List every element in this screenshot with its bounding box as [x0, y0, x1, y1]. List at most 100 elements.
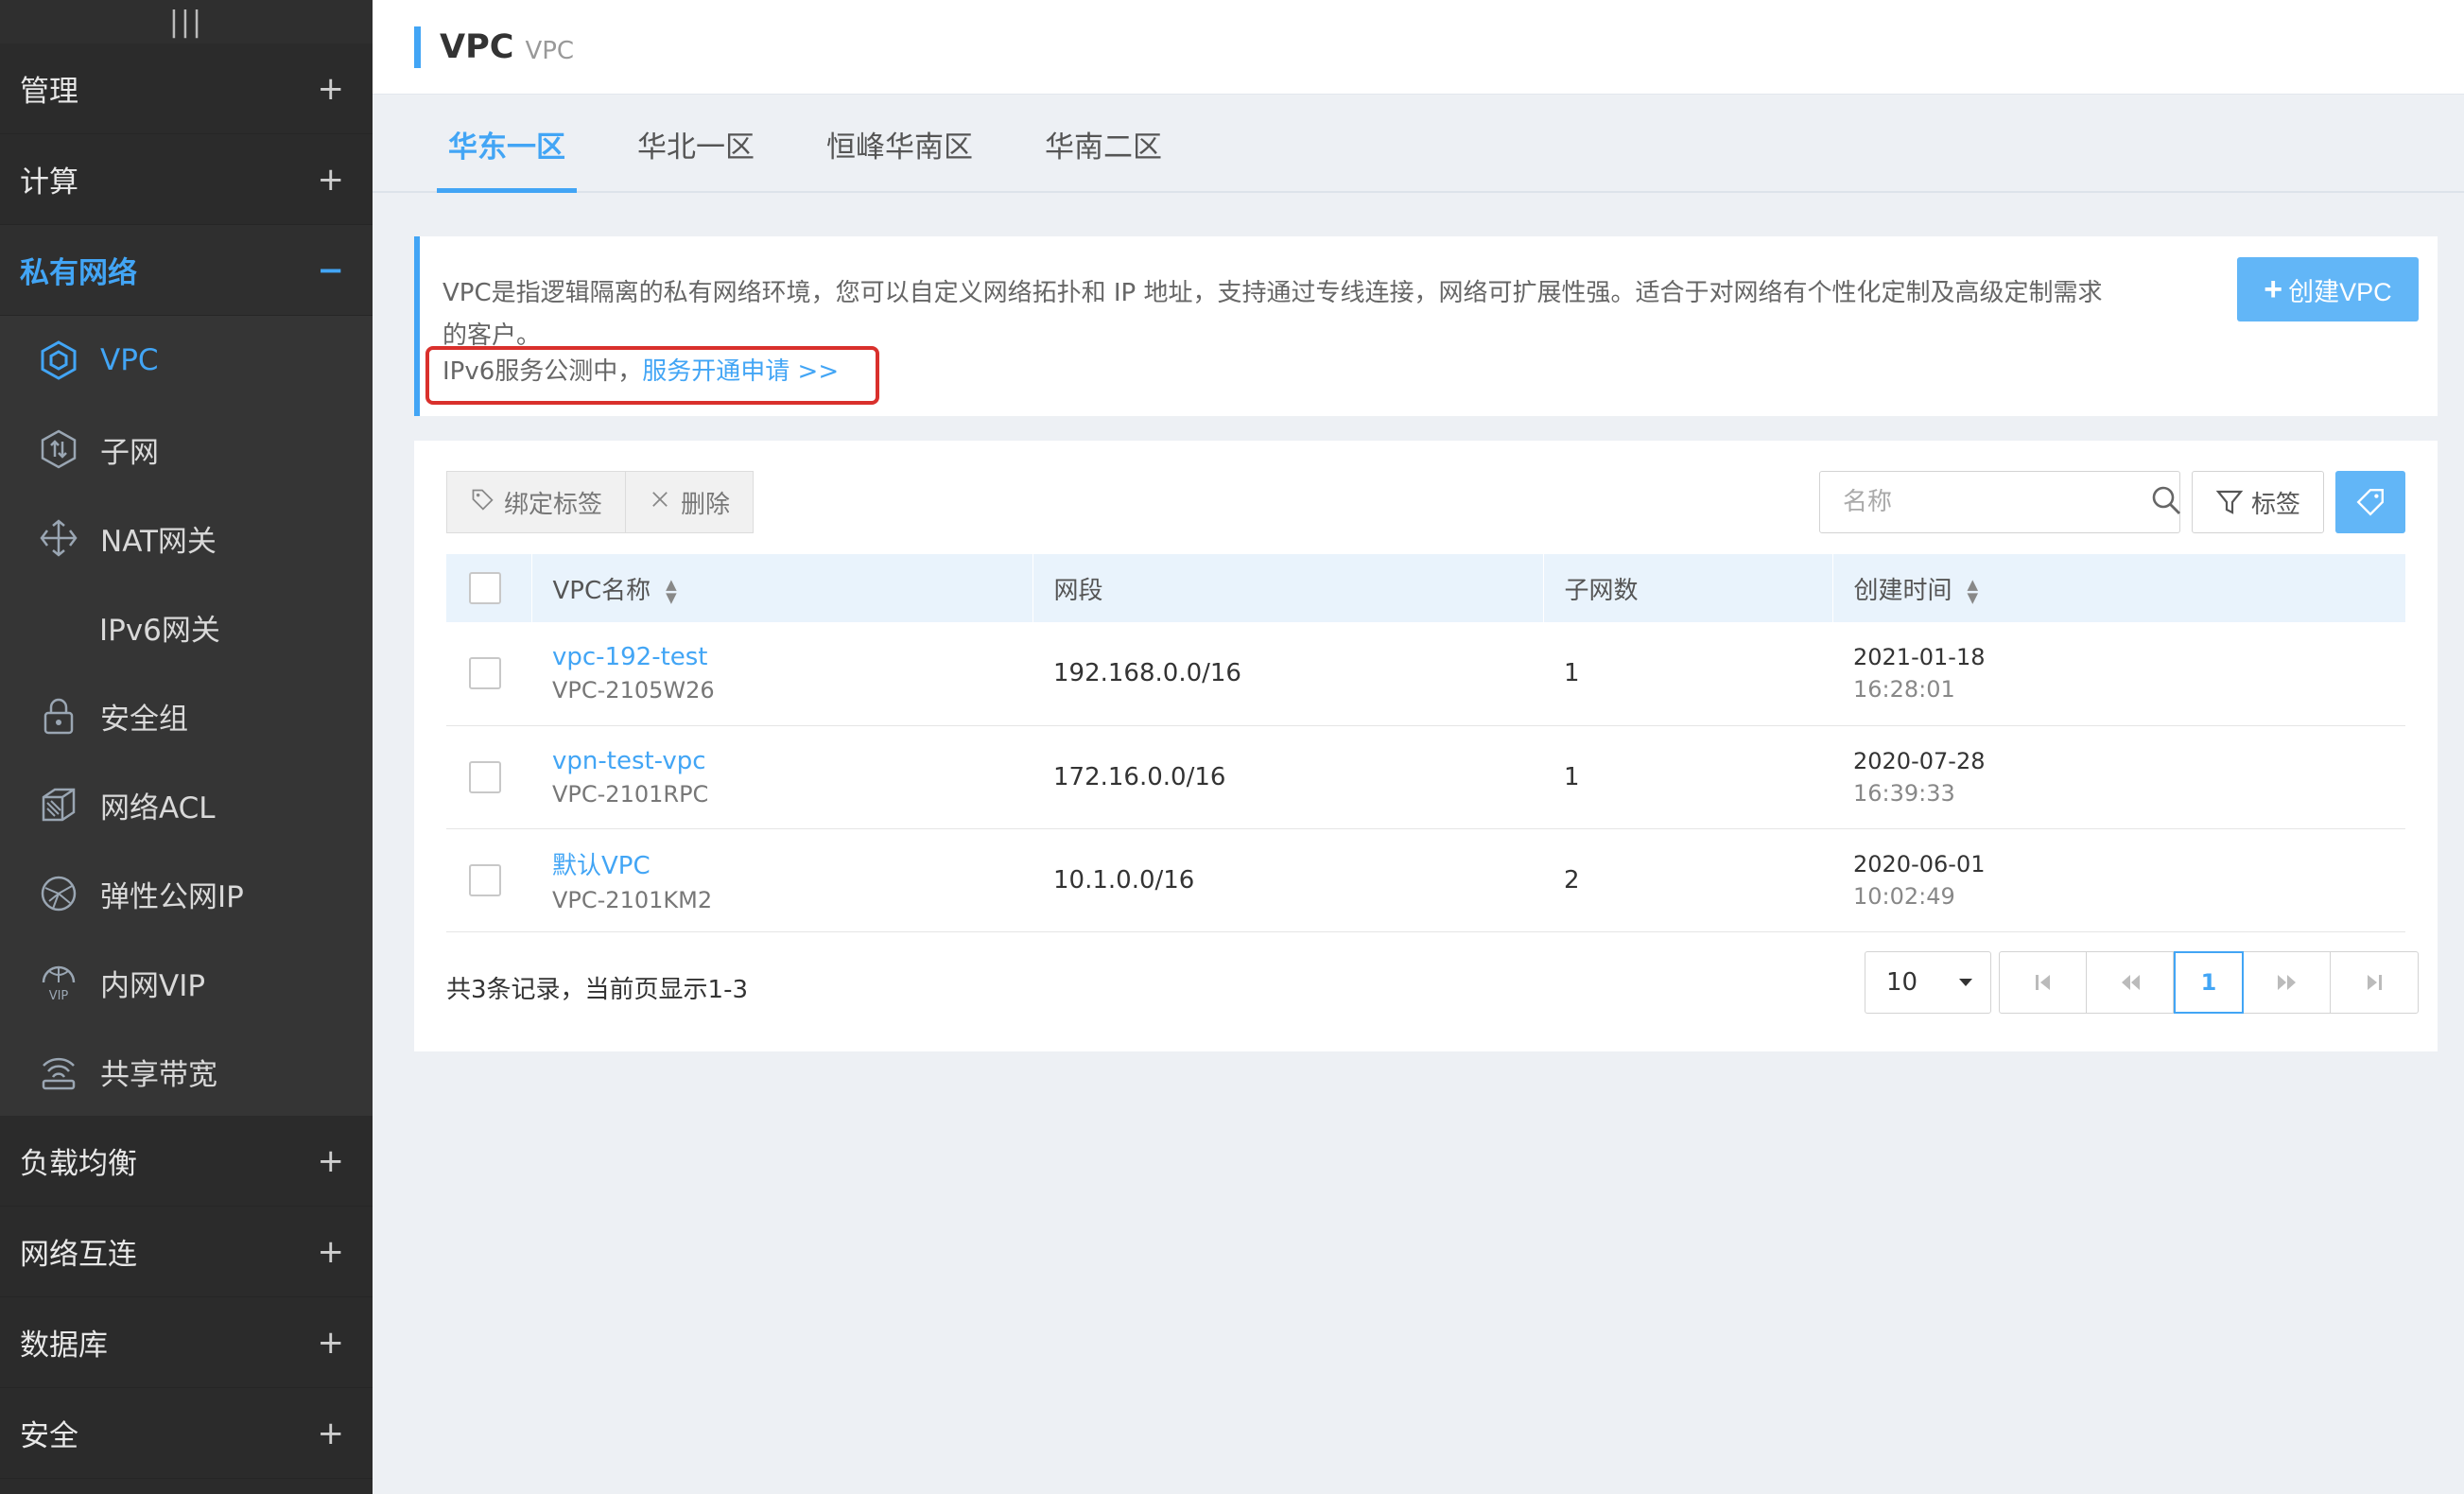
last-page-button[interactable] — [2331, 952, 2418, 1013]
sidebar-item-network-acl[interactable]: 网络ACL — [0, 760, 373, 849]
prev-page-button[interactable] — [2087, 952, 2174, 1013]
tag-filter-label: 标签 — [2250, 490, 2300, 519]
next-page-button[interactable] — [2244, 952, 2331, 1013]
tab-south-2[interactable]: 华南二区 — [1033, 123, 1173, 193]
vpc-description: VPC是指逻辑隔离的私有网络环境，您可以自定义网络拓扑和 IP 地址，支持通过专… — [442, 279, 2103, 350]
page-header: VPC VPC — [373, 0, 2464, 95]
batch-actions: 绑定标签 删除 — [446, 471, 755, 533]
vpc-name-cell: vpc-192-test VPC-2105W26 — [531, 622, 1032, 725]
sidebar-item-label: 内网VIP — [100, 968, 206, 1003]
tag-manage-button[interactable] — [2335, 471, 2405, 533]
select-all-checkbox[interactable] — [469, 572, 501, 604]
vpc-id: VPC-2105W26 — [552, 677, 715, 704]
tag-icon — [2356, 489, 2384, 516]
sidebar-sub-list: VPC 子网 NAT网关 IPv6网关 安全组 网络ACL 弹性公网IP VIP… — [0, 316, 373, 1116]
select-all-cell — [446, 554, 532, 622]
sort-icon[interactable]: ▲ ▼ — [1968, 578, 1979, 605]
sidebar-item-label: 安全组 — [100, 702, 188, 737]
sidebar-group-security[interactable]: 安全 + — [0, 1388, 373, 1479]
sidebar-group-label: 网络互连 — [20, 1238, 137, 1272]
column-header-label: 子网数 — [1564, 576, 1639, 605]
create-vpc-label: 创建VPC — [2288, 277, 2392, 306]
pagination: 1 — [1999, 951, 2419, 1014]
vpc-name-link[interactable]: 默认VPC — [552, 846, 1032, 881]
row-select-cell — [446, 622, 531, 725]
delete-button[interactable]: 删除 — [626, 471, 755, 533]
page-number-current[interactable]: 1 — [2174, 951, 2244, 1014]
row-checkbox[interactable] — [469, 760, 501, 793]
tab-east-1[interactable]: 华东一区 — [437, 123, 577, 193]
sidebar-group-label: 负载均衡 — [20, 1147, 137, 1181]
sidebar-item-security-group[interactable]: 安全组 — [0, 671, 373, 760]
sidebar-item-shared-bandwidth[interactable]: 共享带宽 — [0, 1027, 373, 1116]
row-checkbox[interactable] — [469, 863, 501, 896]
page-title: VPC — [440, 27, 514, 66]
sidebar-group-label: 数据库 — [20, 1329, 108, 1363]
vpc-id: VPC-2101RPC — [552, 780, 709, 808]
created-date: 2020-06-01 — [1853, 850, 1986, 877]
vpc-name-link[interactable]: vpc-192-test — [552, 643, 1032, 671]
first-page-button[interactable] — [2000, 952, 2087, 1013]
vpc-table-panel: 绑定标签 删除 标签 — [414, 441, 2438, 1051]
sidebar-group-private-network[interactable]: 私有网络 − — [0, 225, 373, 316]
svg-text:VIP: VIP — [49, 989, 69, 1003]
sidebar-item-ipv6-gateway[interactable]: IPv6网关 — [0, 582, 373, 671]
tag-filter-button[interactable]: 标签 — [2192, 471, 2324, 533]
tab-north-1[interactable]: 华北一区 — [626, 123, 766, 193]
sidebar-item-elastic-ip[interactable]: 弹性公网IP — [0, 849, 373, 938]
sort-icon[interactable]: ▲ ▼ — [666, 578, 677, 605]
page-size-select[interactable]: 10 — [1865, 951, 1991, 1014]
bind-tag-button[interactable]: 绑定标签 — [446, 471, 627, 533]
globe-icon — [36, 871, 81, 916]
sidebar-group-management[interactable]: 管理 + — [0, 43, 373, 134]
sidebar-group-compute[interactable]: 计算 + — [0, 134, 373, 225]
bind-tag-label: 绑定标签 — [504, 490, 603, 519]
created-date: 2021-01-18 — [1853, 644, 1986, 671]
vpc-name-cell: vpn-test-vpc VPC-2101RPC — [531, 725, 1032, 828]
main-content: VPC VPC 华东一区 华北一区 恒峰华南区 华南二区 VPC是指逻辑隔离的私… — [373, 0, 2464, 1494]
created-time-cell: 2020-06-01 10:02:49 — [1832, 828, 2405, 931]
sidebar-group-label: 计算 — [20, 165, 78, 200]
tab-hengfeng-south[interactable]: 恒峰华南区 — [815, 123, 984, 193]
sidebar-item-nat-gateway[interactable]: NAT网关 — [0, 494, 373, 582]
created-time: 16:28:01 — [1853, 676, 1955, 704]
hexagon-icon — [36, 338, 81, 383]
column-header-created[interactable]: 创建时间 ▲ ▼ — [1832, 554, 2405, 622]
sidebar-group-label: 管理 — [20, 75, 78, 109]
expand-icon: + — [317, 1323, 345, 1362]
sidebar-item-internal-vip[interactable]: VIP 内网VIP — [0, 938, 373, 1027]
sidebar-item-label: 共享带宽 — [100, 1057, 217, 1092]
delete-label: 删除 — [681, 490, 731, 519]
sidebar-group-label: 安全 — [20, 1419, 78, 1453]
subnet-count-cell: 1 — [1564, 762, 1580, 791]
sidebar-group-network-interconnect[interactable]: 网络互连 + — [0, 1207, 373, 1297]
sidebar-group-load-balancing[interactable]: 负载均衡 + — [0, 1116, 373, 1207]
search-icon[interactable] — [2149, 483, 2183, 521]
vpc-name-cell: 默认VPC VPC-2101KM2 — [531, 828, 1032, 931]
sidebar-item-vpc[interactable]: VPC — [0, 316, 373, 405]
info-panel: VPC是指逻辑隔离的私有网络环境，您可以自定义网络拓扑和 IP 地址，支持通过专… — [414, 236, 2438, 416]
region-tabs: 华东一区 华北一区 恒峰华南区 华南二区 — [373, 95, 2464, 193]
search-box — [1819, 471, 2180, 533]
created-time: 16:39:33 — [1853, 779, 1955, 807]
cidr-cell: 192.168.0.0/16 — [1053, 659, 1241, 688]
sidebar-item-subnet[interactable]: 子网 — [0, 405, 373, 494]
create-vpc-button[interactable]: + 创建VPC — [2237, 257, 2419, 321]
expand-icon: + — [317, 160, 345, 199]
vpc-name-link[interactable]: vpn-test-vpc — [552, 747, 1032, 775]
title-accent-bar — [414, 26, 421, 68]
created-date: 2020-07-28 — [1853, 747, 1986, 774]
first-page-icon — [2035, 975, 2050, 990]
column-header-name[interactable]: VPC名称 ▲ ▼ — [531, 554, 1033, 622]
sidebar-group-database[interactable]: 数据库 + — [0, 1297, 373, 1388]
subnet-icon — [36, 426, 81, 472]
sidebar-item-label: 网络ACL — [100, 790, 216, 825]
table-header-row: VPC名称 ▲ ▼ 网段 子网数 创建时间 ▲ ▼ — [446, 554, 2405, 622]
created-time: 10:02:49 — [1853, 882, 1955, 910]
acl-icon — [36, 782, 81, 827]
sidebar-collapse-handle[interactable]: ||| — [0, 0, 373, 43]
last-page-icon — [2368, 975, 2382, 990]
search-input[interactable] — [1843, 488, 2149, 516]
cidr-cell: 10.1.0.0/16 — [1053, 865, 1195, 895]
row-checkbox[interactable] — [469, 657, 501, 690]
